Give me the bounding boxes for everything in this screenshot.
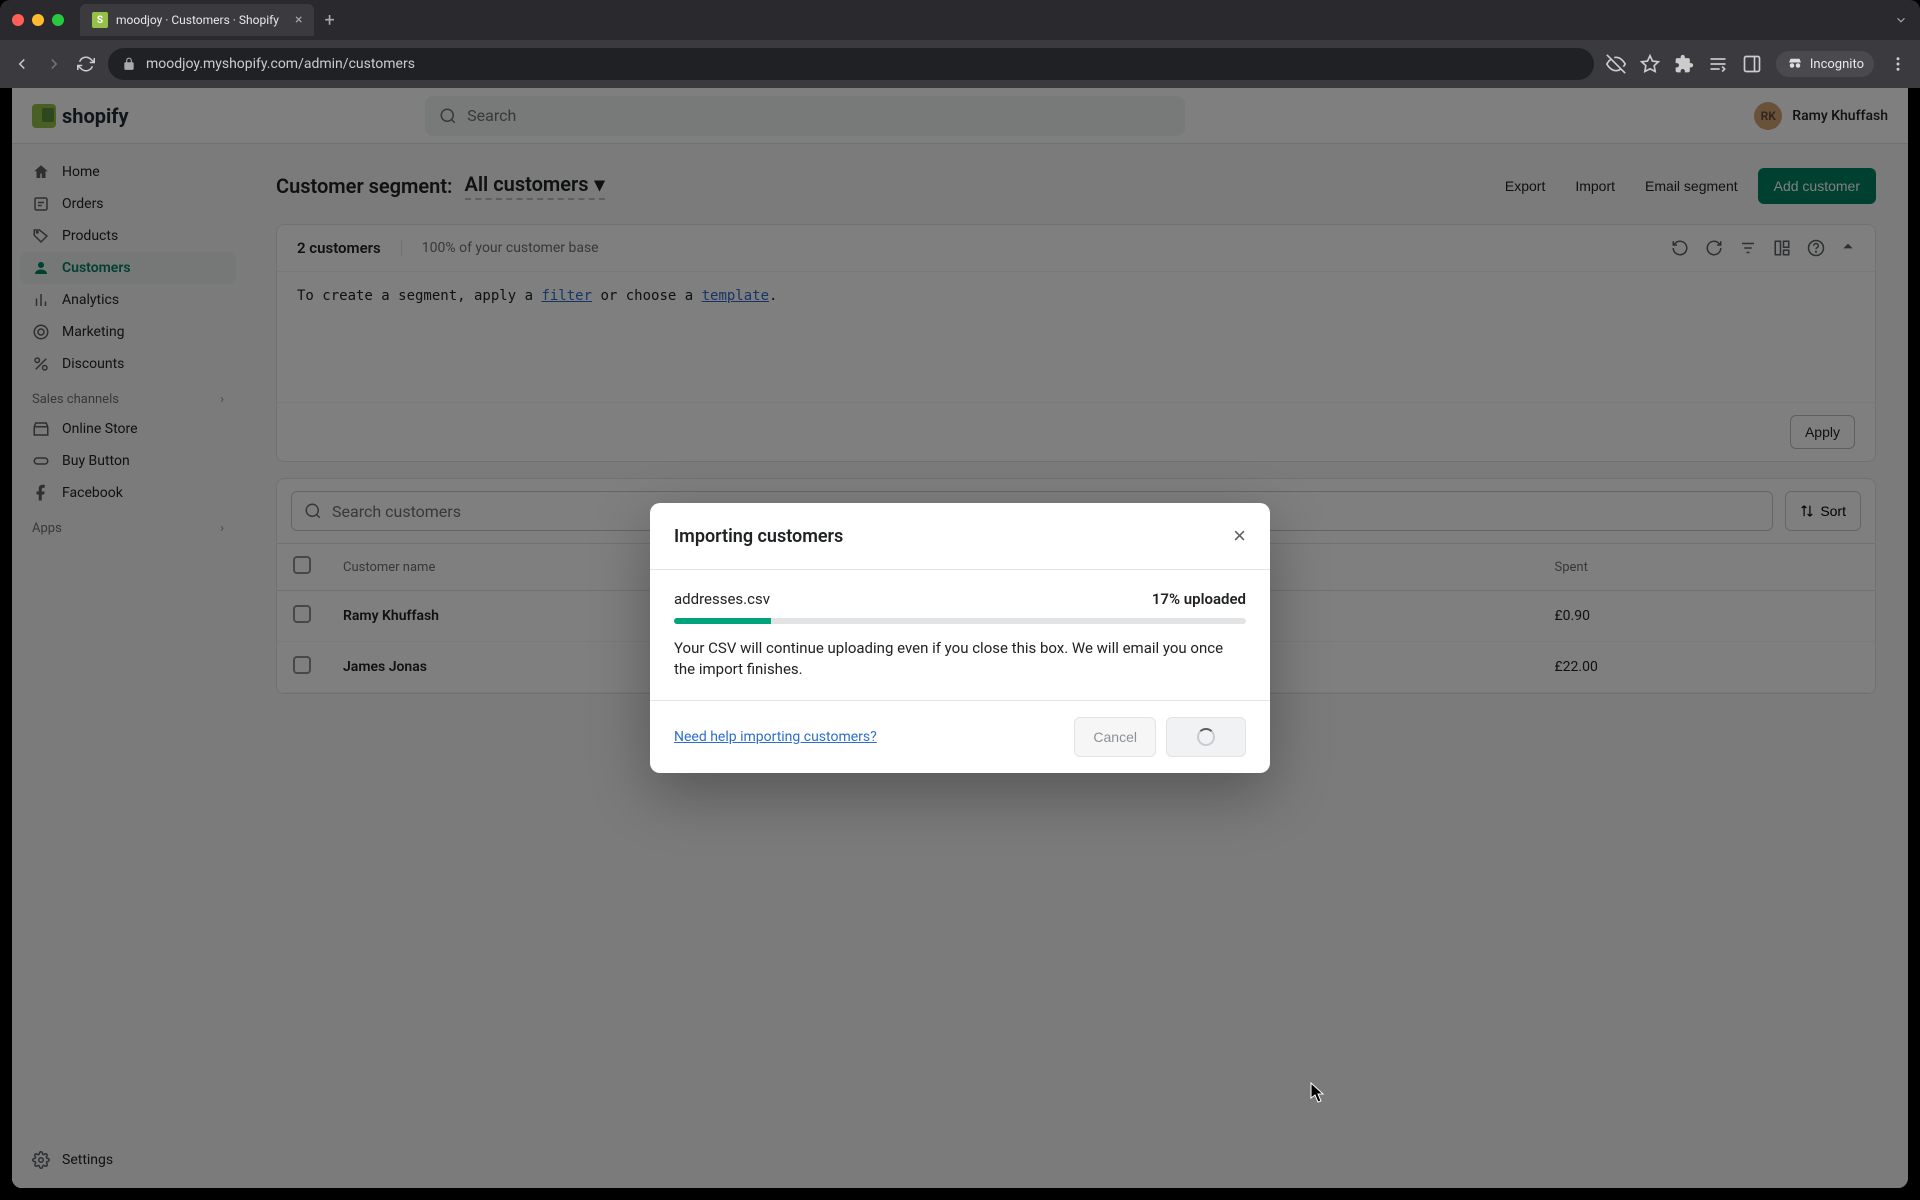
reload-button[interactable] <box>76 54 96 74</box>
window-maximize-icon[interactable] <box>52 14 64 26</box>
cursor-icon <box>1310 1082 1326 1104</box>
modal-overlay[interactable]: Importing customers × addresses.csv 17% … <box>12 88 1908 1188</box>
new-tab-button[interactable]: + <box>324 10 334 31</box>
close-icon[interactable]: × <box>1233 523 1246 549</box>
tab-overflow-icon[interactable] <box>1894 13 1908 27</box>
window-controls <box>12 14 64 26</box>
extensions-icon[interactable] <box>1674 54 1694 74</box>
lock-icon <box>122 57 136 71</box>
browser-tab[interactable]: S moodjoy · Customers · Shopify × <box>80 4 314 36</box>
import-modal: Importing customers × addresses.csv 17% … <box>650 503 1270 773</box>
window-close-icon[interactable] <box>12 14 24 26</box>
modal-title: Importing customers <box>674 526 843 547</box>
app-window: shopify Search RK Ramy Khuffash Home Ord… <box>12 88 1908 1188</box>
progress-bar <box>674 618 1246 624</box>
incognito-label: Incognito <box>1810 57 1864 72</box>
tab-close-icon[interactable]: × <box>295 12 302 28</box>
submit-button-loading <box>1166 717 1246 757</box>
panel-icon[interactable] <box>1742 54 1762 74</box>
progress-fill <box>674 618 771 624</box>
window-minimize-icon[interactable] <box>32 14 44 26</box>
reading-list-icon[interactable] <box>1708 54 1728 74</box>
help-link[interactable]: Need help importing customers? <box>674 729 877 745</box>
cancel-button[interactable]: Cancel <box>1074 717 1156 757</box>
incognito-icon <box>1786 55 1804 73</box>
tab-title: moodjoy · Customers · Shopify <box>116 13 279 27</box>
star-icon[interactable] <box>1640 54 1660 74</box>
eye-off-icon[interactable] <box>1606 54 1626 74</box>
favicon-icon: S <box>92 12 108 28</box>
spinner-icon <box>1197 728 1215 746</box>
modal-body-text: Your CSV will continue uploading even if… <box>674 638 1246 680</box>
upload-file-name: addresses.csv <box>674 590 770 608</box>
url-bar[interactable]: moodjoy.myshopify.com/admin/customers <box>108 48 1594 80</box>
incognito-badge[interactable]: Incognito <box>1776 51 1874 77</box>
upload-percent: 17% uploaded <box>1152 590 1246 608</box>
browser-toolbar: moodjoy.myshopify.com/admin/customers In… <box>0 40 1920 88</box>
back-button[interactable] <box>12 54 32 74</box>
menu-icon[interactable] <box>1888 54 1908 74</box>
browser-tab-strip: S moodjoy · Customers · Shopify × + <box>0 0 1920 40</box>
url-text: moodjoy.myshopify.com/admin/customers <box>146 56 415 72</box>
forward-button[interactable] <box>44 54 64 74</box>
